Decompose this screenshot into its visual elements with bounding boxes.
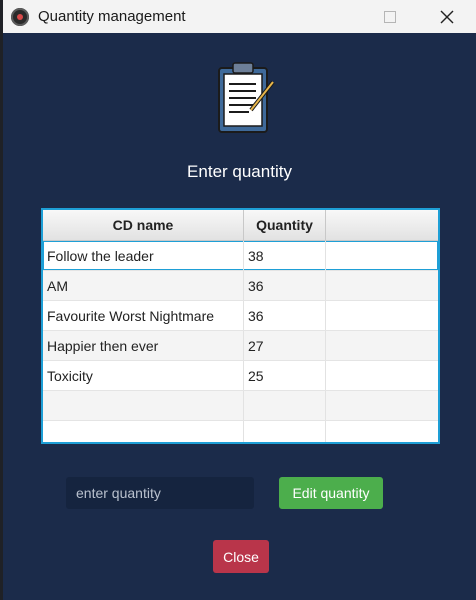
cell-cd-name: Favourite Worst Nightmare xyxy=(43,301,244,330)
maximize-icon xyxy=(384,10,396,23)
edit-quantity-button[interactable]: Edit quantity xyxy=(279,477,383,509)
close-window-button[interactable] xyxy=(424,0,470,33)
empty-table-row xyxy=(43,421,438,442)
cd-quantity-table[interactable]: CD name Quantity Follow the leader 38 AM… xyxy=(41,208,440,444)
empty-table-row xyxy=(43,391,438,421)
cell-quantity: 36 xyxy=(244,301,326,330)
cell-quantity: 38 xyxy=(244,241,326,270)
column-header-cd-name[interactable]: CD name xyxy=(43,210,244,240)
cell-empty xyxy=(326,331,438,360)
table-row[interactable]: Toxicity 25 xyxy=(43,361,438,391)
column-header-empty xyxy=(326,210,438,240)
cell-empty xyxy=(326,271,438,300)
cell-cd-name: AM xyxy=(43,271,244,300)
quantity-input[interactable] xyxy=(66,477,254,509)
cell-cd-name: Happier then ever xyxy=(43,331,244,360)
quantity-management-window: Quantity management Enter quantity CD na… xyxy=(3,0,476,600)
clipboard-list-icon xyxy=(218,62,275,133)
cell-cd-name: Toxicity xyxy=(43,361,244,390)
table-row[interactable]: Happier then ever 27 xyxy=(43,331,438,361)
close-button[interactable]: Close xyxy=(213,540,269,573)
table-header: CD name Quantity xyxy=(43,210,438,241)
vinyl-record-icon xyxy=(11,7,29,26)
table-row[interactable]: Follow the leader 38 xyxy=(43,241,438,271)
maximize-button[interactable] xyxy=(367,0,413,33)
cell-empty xyxy=(326,361,438,390)
column-header-quantity[interactable]: Quantity xyxy=(244,210,326,240)
cell-quantity: 36 xyxy=(244,271,326,300)
cell-quantity: 25 xyxy=(244,361,326,390)
table-row[interactable]: Favourite Worst Nightmare 36 xyxy=(43,301,438,331)
table-row[interactable]: AM 36 xyxy=(43,271,438,301)
cell-empty xyxy=(326,301,438,330)
window-title: Quantity management xyxy=(38,8,186,25)
cell-quantity: 27 xyxy=(244,331,326,360)
cell-cd-name: Follow the leader xyxy=(43,241,244,270)
title-bar: Quantity management xyxy=(3,0,476,33)
page-heading: Enter quantity xyxy=(187,162,292,181)
cell-empty xyxy=(326,241,438,270)
close-icon xyxy=(440,10,454,23)
